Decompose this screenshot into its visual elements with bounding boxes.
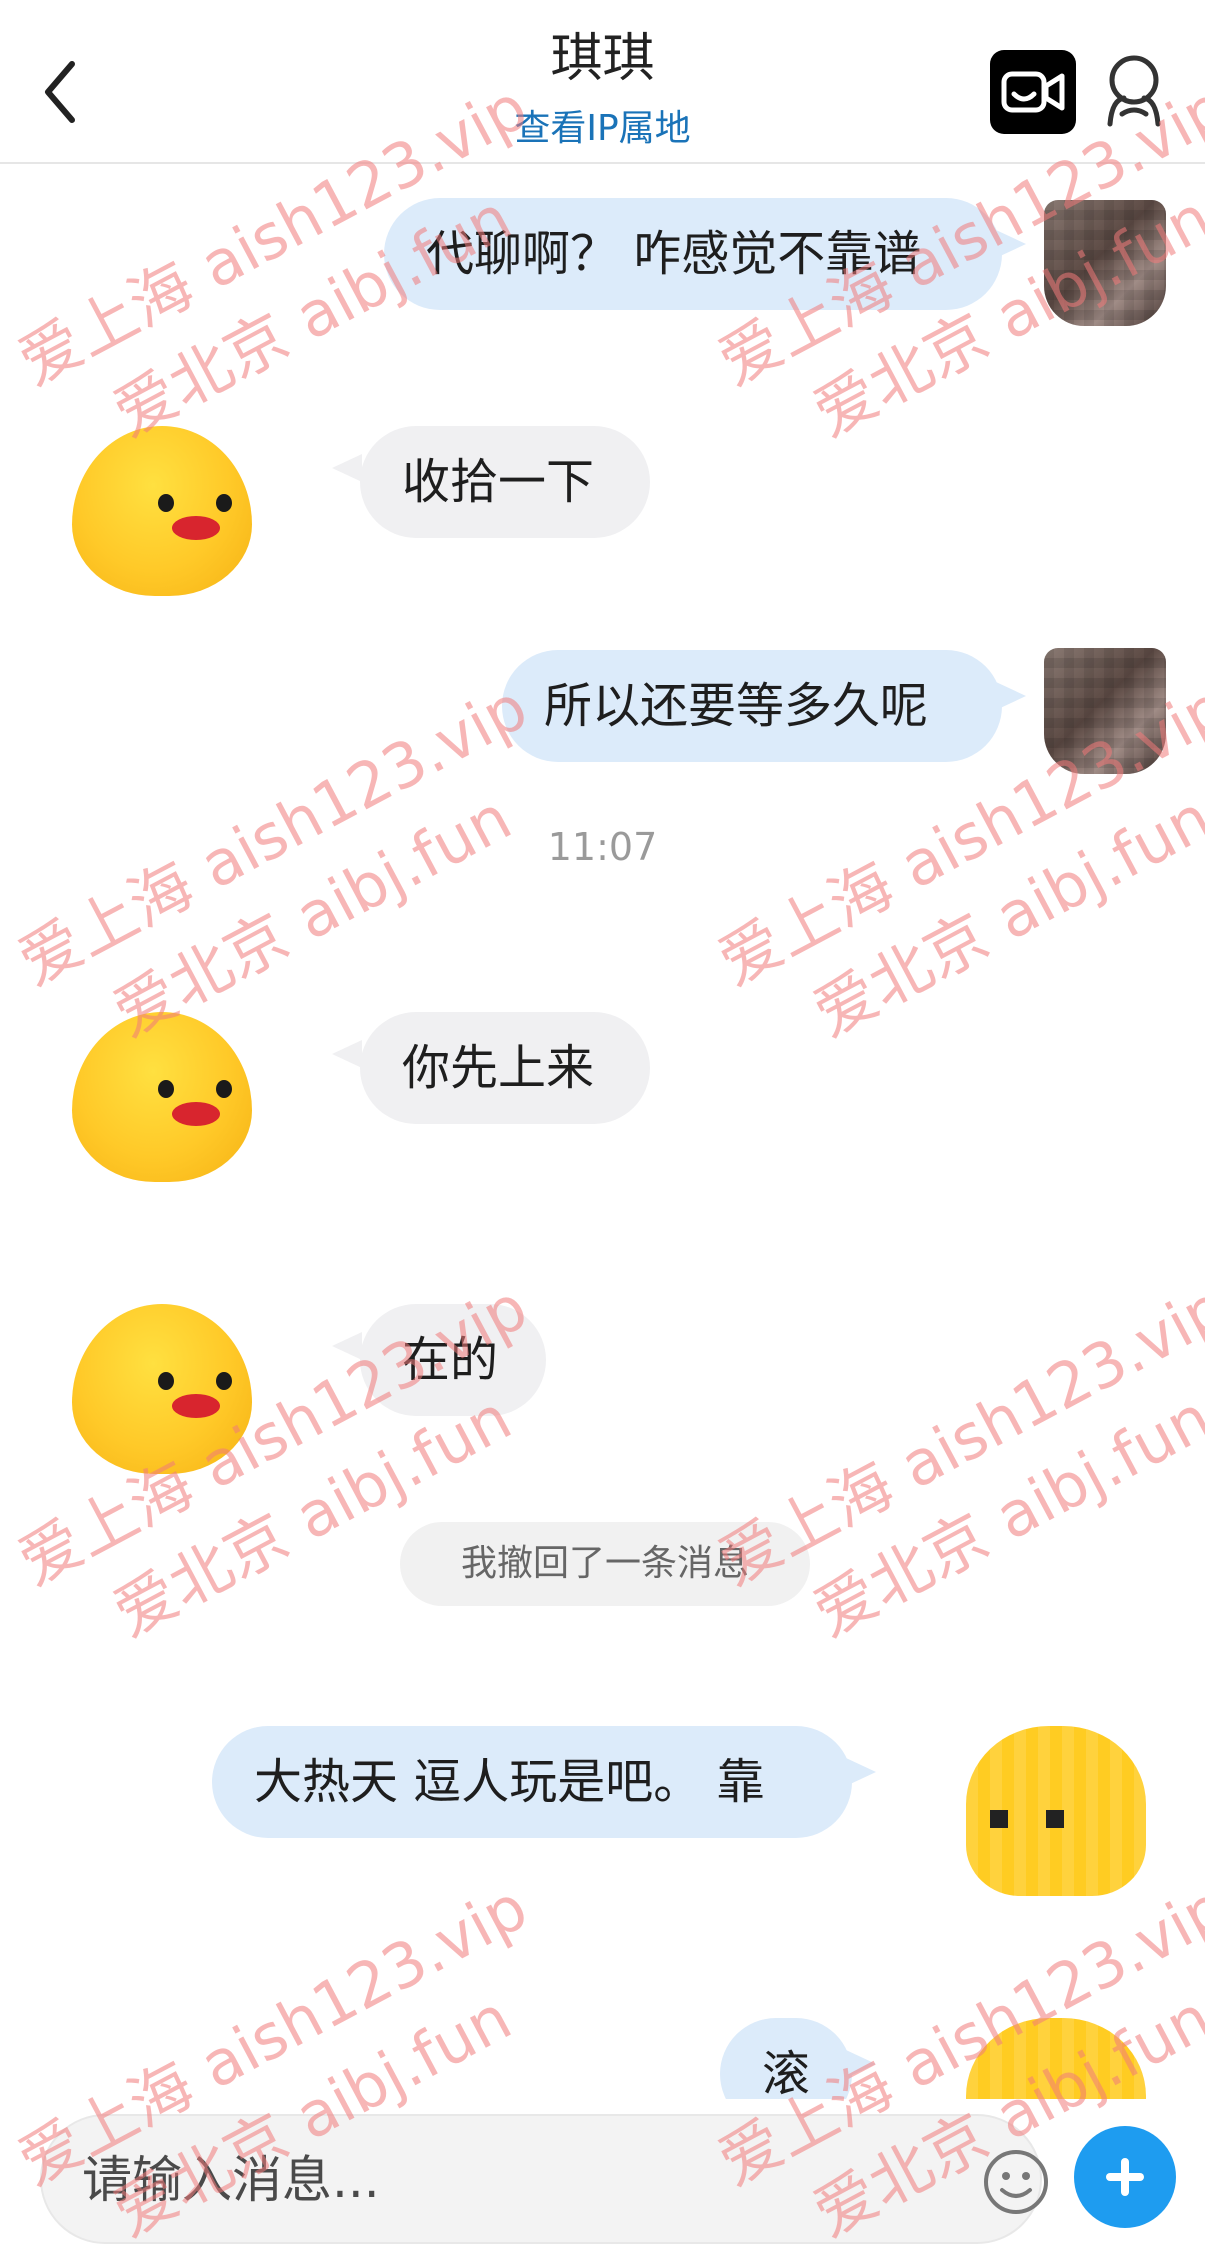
avatar-eye [158, 494, 174, 512]
contact-avatar[interactable] [72, 426, 252, 596]
avatar-mouth [172, 516, 220, 540]
message-text: 所以还要等多久呢 [544, 678, 929, 734]
avatar-eye [990, 1810, 1008, 1828]
recall-notice: 我撤回了一条消息 [400, 1522, 810, 1606]
bubble-tail [332, 1040, 362, 1068]
more-actions-button[interactable] [1074, 2126, 1176, 2228]
emoji-button[interactable] [982, 2148, 1050, 2216]
avatar-mouth [172, 1102, 220, 1126]
avatar-eye [158, 1080, 174, 1098]
profile-button[interactable] [1102, 52, 1166, 132]
incoming-message-bubble[interactable]: 在的 [360, 1304, 546, 1416]
avatar-eye [1046, 1810, 1064, 1828]
contact-avatar[interactable] [72, 1012, 252, 1182]
my-avatar[interactable] [966, 2018, 1146, 2099]
avatar-mouth [172, 1394, 220, 1418]
message-text: 代聊啊？ 咋感觉不靠谱 [426, 226, 922, 282]
avatar-eye [158, 1372, 174, 1390]
video-call-icon [1001, 71, 1065, 113]
avatar-eye [216, 1080, 232, 1098]
outgoing-message-bubble[interactable]: 大热天 逗人玩是吧。 靠 [212, 1726, 852, 1838]
profile-icon [1107, 55, 1161, 127]
message-text: 滚 [762, 2046, 811, 2099]
message-text: 在的 [402, 1332, 499, 1388]
timestamp: 11:07 [547, 825, 658, 869]
message-input[interactable] [80, 2116, 964, 2244]
incoming-message-bubble[interactable]: 收拾一下 [360, 426, 650, 538]
message-text: 大热天 逗人玩是吧。 靠 [254, 1754, 765, 1810]
outgoing-message-bubble[interactable]: 所以还要等多久呢 [502, 650, 1002, 762]
avatar-eye [216, 494, 232, 512]
outgoing-message-bubble[interactable]: 滚 [720, 2018, 852, 2099]
message-composer [0, 2100, 1205, 2259]
emoji-icon [984, 2150, 1048, 2214]
bubble-tail [846, 1758, 876, 1786]
my-avatar[interactable] [1044, 648, 1166, 774]
bubble-tail [996, 682, 1026, 710]
bubble-tail [332, 1332, 362, 1360]
message-input-wrapper[interactable] [40, 2114, 1048, 2244]
video-call-button[interactable] [990, 50, 1076, 134]
message-text: 你先上来 [402, 1040, 595, 1096]
bubble-tail [846, 2050, 876, 2078]
incoming-message-bubble[interactable]: 你先上来 [360, 1012, 650, 1124]
plus-icon [1121, 2158, 1129, 2196]
contact-avatar[interactable] [72, 1304, 252, 1474]
my-avatar[interactable] [966, 1726, 1146, 1896]
my-avatar[interactable] [1044, 200, 1166, 326]
avatar-eye [216, 1372, 232, 1390]
bubble-tail [332, 454, 362, 482]
message-text: 收拾一下 [402, 454, 595, 510]
chat-header: 琪琪 查看IP属地 [0, 0, 1205, 164]
message-list[interactable]: 代聊啊？ 咋感觉不靠谱 收拾一下 所以还要等多久呢 11:07 你先上来 在的 … [0, 164, 1205, 2099]
bubble-tail [996, 230, 1026, 258]
outgoing-message-bubble[interactable]: 代聊啊？ 咋感觉不靠谱 [384, 198, 1002, 310]
